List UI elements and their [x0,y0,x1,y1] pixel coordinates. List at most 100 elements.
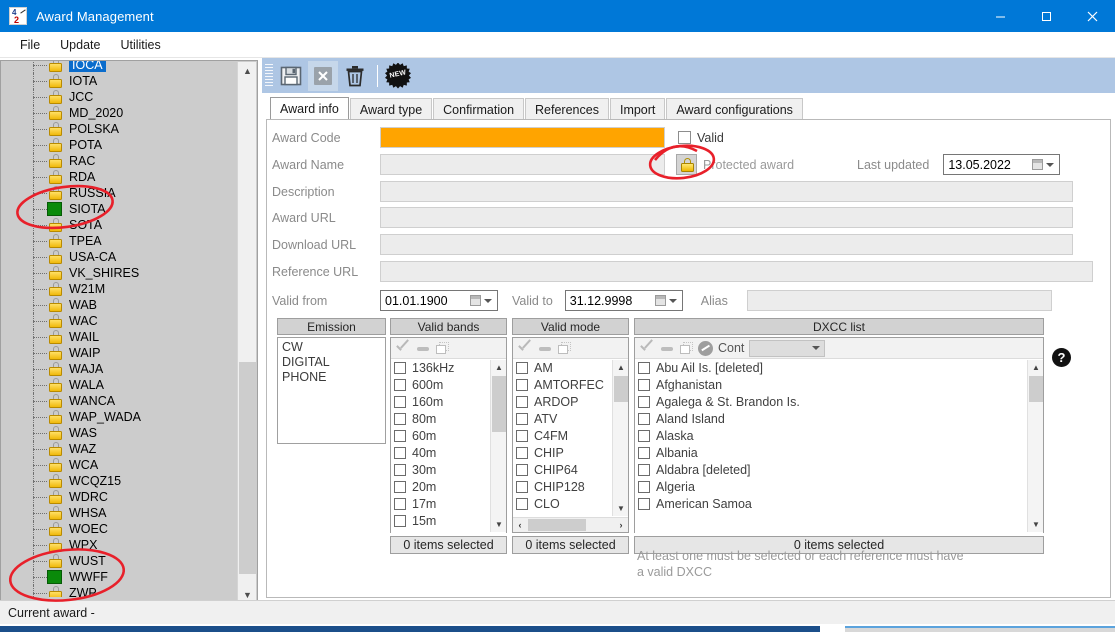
scroll-left-icon[interactable]: ‹ [513,518,527,532]
checkbox[interactable] [638,463,650,476]
check-all-icon[interactable] [517,341,533,355]
tree-item-zwp[interactable]: ZWP [3,585,236,597]
tree-item-russia[interactable]: RUSSIA [3,185,236,201]
tree-scroll-up-icon[interactable]: ▲ [238,62,257,80]
checkbox[interactable] [394,395,406,408]
valid-bands-scrollbar[interactable]: ▲ ▼ [490,360,506,532]
check-all-icon[interactable] [395,341,411,355]
invert-selection-icon[interactable] [679,341,693,355]
checkbox[interactable] [394,497,406,510]
scroll-down-icon[interactable]: ▼ [613,501,629,516]
tree-item-wwff[interactable]: WWFF [3,569,236,585]
valid-mode-item[interactable]: CLO [513,495,628,512]
checkbox[interactable] [516,395,528,408]
dxcc-item[interactable]: Afghanistan [635,376,1043,393]
tab-confirmation[interactable]: Confirmation [433,98,525,120]
dxcc-item[interactable]: Aland Island [635,410,1043,427]
tree-item-siota[interactable]: SIOTA [3,201,236,217]
minimize-button[interactable] [977,0,1023,32]
valid-band-item[interactable]: 160m [391,393,506,410]
award-code-input[interactable] [380,127,665,148]
tree-item-wab[interactable]: WAB [3,297,236,313]
tree-item-woec[interactable]: WOEC [3,521,236,537]
valid-mode-vscrollbar[interactable]: ▲ ▼ [612,360,628,516]
tree-item-ioca[interactable]: IOCA [3,61,236,73]
menu-utilities[interactable]: Utilities [110,34,170,56]
check-all-icon[interactable] [639,341,655,355]
valid-band-item[interactable]: 20m [391,478,506,495]
checkbox[interactable] [394,480,406,493]
valid-band-item[interactable]: 30m [391,461,506,478]
checkbox[interactable] [638,480,650,493]
description-input[interactable] [380,181,1073,202]
menu-file[interactable]: File [10,34,50,56]
valid-band-item[interactable]: 80m [391,410,506,427]
dxcc-item[interactable]: Abu Ail Is. [deleted] [635,359,1043,376]
tree-item-usa-ca[interactable]: USA-CA [3,249,236,265]
emission-list[interactable]: CW DIGITAL PHONE [277,337,386,444]
valid-mode-item[interactable]: ARDOP [513,393,628,410]
tree-item-vk_shires[interactable]: VK_SHIRES [3,265,236,281]
tree-item-rac[interactable]: RAC [3,153,236,169]
checkbox[interactable] [394,412,406,425]
checkbox[interactable] [638,378,650,391]
award-url-input[interactable] [380,207,1073,228]
tree-item-rda[interactable]: RDA [3,169,236,185]
emission-item[interactable]: CW [282,340,381,355]
checkbox[interactable] [394,446,406,459]
dxcc-list[interactable]: Abu Ail Is. [deleted] Afghanistan Agalega … [635,359,1043,533]
valid-band-item[interactable]: 15m [391,512,506,529]
reference-url-input[interactable] [380,261,1093,282]
delete-button[interactable] [340,61,370,91]
scroll-down-icon[interactable]: ▼ [1028,517,1044,532]
tree-item-wac[interactable]: WAC [3,313,236,329]
valid-band-item[interactable]: 17m [391,495,506,512]
tree-scroll-thumb[interactable] [239,362,256,574]
uncheck-all-icon[interactable] [660,341,674,355]
valid-mode-item[interactable]: CHIP [513,444,628,461]
checkbox[interactable] [516,429,528,442]
checkbox[interactable] [394,463,406,476]
tree-item-iota[interactable]: IOTA [3,73,236,89]
tree-item-waz[interactable]: WAZ [3,441,236,457]
tab-references[interactable]: References [525,98,609,120]
menu-update[interactable]: Update [50,34,110,56]
valid-band-item[interactable]: 60m [391,427,506,444]
tree-item-pota[interactable]: POTA [3,137,236,153]
tree-item-w21m[interactable]: W21M [3,281,236,297]
valid-mode-item[interactable]: CHIP128 [513,478,628,495]
tree-item-polska[interactable]: POLSKA [3,121,236,137]
checkbox[interactable] [638,412,650,425]
invert-selection-icon[interactable] [557,341,571,355]
checkbox[interactable] [516,480,528,493]
checkbox[interactable] [516,446,528,459]
tree-item-waip[interactable]: WAIP [3,345,236,361]
continent-icon[interactable] [698,340,713,356]
scroll-up-icon[interactable]: ▲ [1028,360,1044,375]
scroll-thumb[interactable] [1029,376,1043,402]
scroll-thumb[interactable] [614,376,628,402]
download-url-input[interactable] [380,234,1073,255]
valid-band-item[interactable]: 600m [391,376,506,393]
emission-item[interactable]: PHONE [282,370,381,385]
checkbox[interactable] [516,412,528,425]
checkbox[interactable] [638,429,650,442]
hscroll-thumb[interactable] [528,519,586,531]
alias-input[interactable] [746,290,1052,311]
tree-item-wca[interactable]: WCA [3,457,236,473]
last-updated-calendar-button[interactable] [1028,156,1058,173]
checkbox[interactable] [638,497,650,510]
tree-item-wap_wada[interactable]: WAP_WADA [3,409,236,425]
invert-selection-icon[interactable] [435,341,449,355]
valid-mode-item[interactable]: C4FM [513,427,628,444]
award-tree[interactable]: IOCA IOTA JCC MD_2020 POLSKA POTA RAC RDA RUSSIA… [3,61,236,597]
valid-band-item[interactable]: 136kHz [391,359,506,376]
checkbox[interactable] [638,361,650,374]
new-button[interactable]: NEW [383,61,413,91]
close-button[interactable] [1069,0,1115,32]
tree-item-wust[interactable]: WUST [3,553,236,569]
tab-award-type[interactable]: Award type [349,98,433,120]
tree-item-wail[interactable]: WAIL [3,329,236,345]
checkbox[interactable] [638,395,650,408]
scroll-up-icon[interactable]: ▲ [613,360,629,375]
